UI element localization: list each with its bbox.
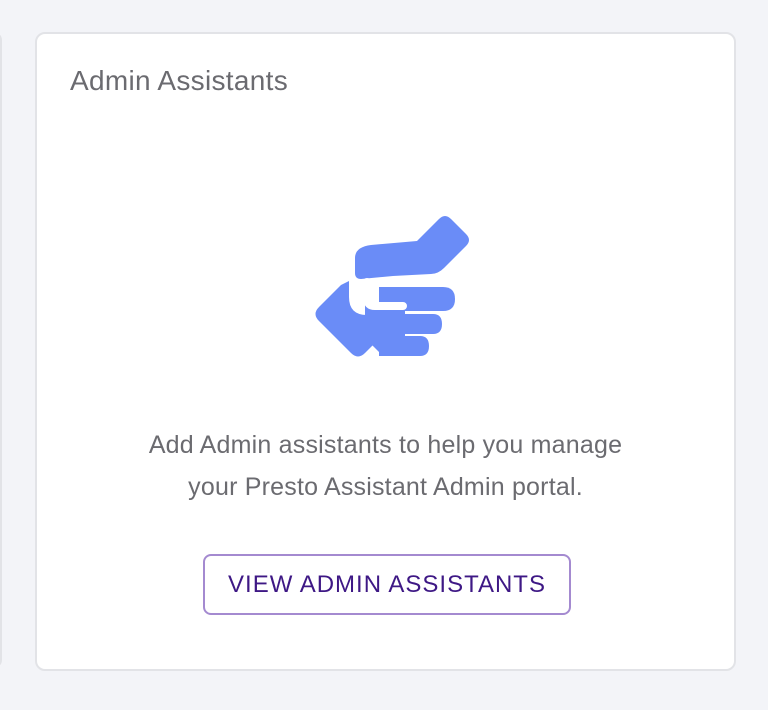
admin-assistants-card: Admin Assistants Add Admin assistants to… — [35, 32, 736, 671]
view-admin-assistants-button[interactable]: VIEW ADMIN ASSISTANTS — [203, 554, 571, 615]
palm — [365, 302, 405, 356]
upper-sleeve — [355, 216, 469, 279]
previous-card-edge — [0, 32, 2, 668]
card-description: Add Admin assistants to help you manage … — [37, 424, 734, 508]
card-title: Admin Assistants — [70, 65, 288, 96]
description-line-1: Add Admin assistants to help you manage — [148, 431, 623, 459]
handshake-icon — [315, 216, 469, 357]
description-line-2: your Presto Assistant Admin portal. — [188, 473, 583, 501]
